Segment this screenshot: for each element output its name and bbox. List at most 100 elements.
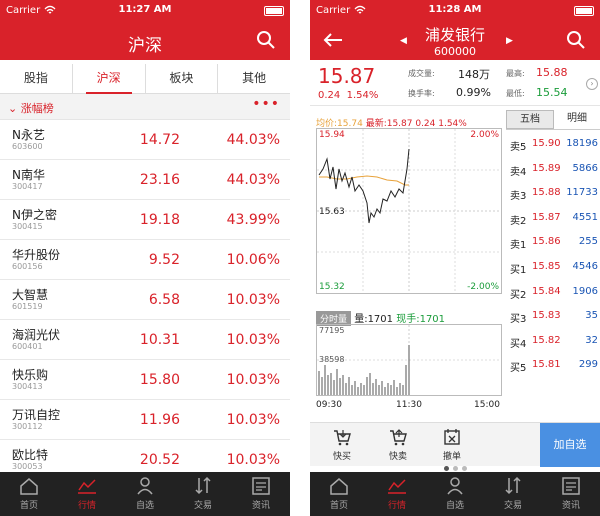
price-change: 0.24: [318, 90, 341, 101]
list-item[interactable]: 大智慧 601519 6.58 10.03%: [0, 280, 290, 320]
order-price: 15.84: [532, 285, 561, 297]
action-label: 快卖: [388, 452, 407, 462]
news-icon: [252, 477, 270, 495]
bottom-tab-bar: 首页 行情 自选 交易 资讯: [310, 472, 600, 516]
stock-change: 10.03%: [226, 332, 280, 348]
order-book: 卖5 15.90 18196 卖4 15.89 5866 卖3 15.88 11733 卖2…: [506, 132, 600, 378]
tab-sectors[interactable]: 板块: [146, 64, 219, 93]
order-qty: 5866: [572, 162, 598, 174]
intraday-chart[interactable]: 15.94 2.00% 15.63 15.32 -2.00%: [316, 128, 502, 294]
stock-price: 11.96: [139, 412, 180, 428]
home-icon: [20, 478, 38, 495]
stock-name: 大智慧: [12, 288, 49, 302]
home-icon: [330, 478, 348, 495]
market-list-screen: Carrier 11:27 AM 沪深 股指 沪深 板块 其他 ⌄ 涨幅榜 ••…: [0, 0, 290, 516]
search-icon[interactable]: [256, 30, 276, 50]
order-label: 卖4: [510, 166, 527, 178]
order-price: 15.87: [532, 211, 561, 223]
order-qty: 4551: [572, 211, 598, 223]
order-label: 买3: [510, 314, 527, 326]
order-book-tabs: 五档 明细: [506, 110, 600, 130]
volume-mid: 38598: [319, 355, 345, 364]
tab-label: 交易: [503, 501, 522, 511]
stock-price: 23.16: [139, 172, 180, 188]
search-icon[interactable]: [566, 30, 586, 50]
list-item[interactable]: 华升股份 600156 9.52 10.06%: [0, 240, 290, 280]
tab-label: 首页: [19, 501, 38, 511]
tab-label: 行情: [387, 501, 406, 511]
tab-market[interactable]: 行情: [58, 472, 116, 516]
stock-code: 300413: [12, 382, 43, 391]
battery-icon: [264, 6, 284, 16]
add-watchlist-button[interactable]: 加自选: [540, 423, 600, 467]
order-row: 卖3 15.88 11733: [506, 181, 600, 206]
current-price: 15.87: [318, 64, 376, 88]
stock-price: 6.58: [148, 292, 180, 308]
order-label: 买4: [510, 338, 527, 350]
tab-watchlist[interactable]: 自选: [426, 472, 484, 516]
tab-index[interactable]: 股指: [0, 64, 73, 93]
list-item[interactable]: 海润光伏 600401 10.31 10.03%: [0, 320, 290, 360]
tab-trade[interactable]: 交易: [484, 472, 542, 516]
order-qty: 299: [578, 359, 598, 371]
tab-label: 自选: [445, 501, 464, 511]
tab-home[interactable]: 首页: [0, 472, 58, 516]
order-row: 卖2 15.87 4551: [506, 206, 600, 231]
tab-other[interactable]: 其他: [218, 64, 290, 93]
order-label: 买5: [510, 363, 527, 375]
status-bar: Carrier 11:28 AM: [310, 0, 600, 22]
chevron-right-icon[interactable]: ›: [586, 78, 598, 90]
list-item[interactable]: N伊之密 300415 19.18 43.99%: [0, 200, 290, 240]
stock-detail-screen: Carrier 11:28 AM ◀ 浦发银行 600000 ▶ 15.87 0…: [310, 0, 600, 516]
turnover-label: 换手率:: [408, 89, 435, 98]
stock-name: 万讯自控: [12, 408, 61, 422]
order-price: 15.81: [532, 359, 561, 371]
quick-sell-button[interactable]: 快卖: [378, 427, 418, 462]
tab-market[interactable]: 行情: [368, 472, 426, 516]
tab-details[interactable]: 明细: [554, 110, 600, 129]
order-price: 15.83: [532, 310, 561, 322]
list-item[interactable]: N永艺 603600 14.72 44.03%: [0, 120, 290, 160]
section-label: 涨幅榜: [20, 102, 54, 115]
order-row: 卖1 15.86 255: [506, 230, 600, 255]
tab-five-levels[interactable]: 五档: [506, 110, 554, 129]
stock-code: 300417: [12, 182, 43, 191]
low-value: 15.54: [536, 86, 568, 99]
stock-name: 浦发银行: [424, 26, 485, 44]
order-price: 15.86: [532, 236, 561, 248]
order-row: 买3 15.83 35: [506, 304, 600, 329]
tab-watchlist[interactable]: 自选: [116, 472, 174, 516]
section-header[interactable]: ⌄ 涨幅榜 •••: [0, 94, 290, 120]
next-stock-arrow[interactable]: ▶: [506, 36, 513, 46]
back-icon[interactable]: [322, 30, 344, 50]
list-item[interactable]: N南华 300417 23.16 44.03%: [0, 160, 290, 200]
trade-icon: [505, 476, 521, 495]
battery-icon: [574, 6, 594, 16]
nav-bar: 沪深: [0, 22, 290, 60]
order-qty: 4546: [572, 260, 598, 272]
stock-name: 华升股份: [12, 248, 61, 262]
order-qty: 11733: [566, 187, 598, 199]
order-price: 15.88: [532, 187, 561, 199]
stock-price: 9.52: [148, 252, 180, 268]
stock-change: 43.99%: [226, 212, 280, 228]
tab-news[interactable]: 资讯: [542, 472, 600, 516]
tab-shanghai-shenzhen[interactable]: 沪深: [73, 64, 146, 94]
tab-home[interactable]: 首页: [310, 472, 368, 516]
time-midday: 11:30: [396, 400, 422, 410]
more-icon[interactable]: •••: [252, 96, 280, 112]
cancel-order-button[interactable]: 撤单: [432, 427, 472, 462]
list-item[interactable]: 快乐购 300413 15.80 10.03%: [0, 360, 290, 400]
price-change-pct: 1.54%: [346, 90, 379, 101]
stock-change: 10.03%: [226, 372, 280, 388]
list-item[interactable]: 万讯自控 300112 11.96 10.03%: [0, 400, 290, 440]
order-row: 买5 15.81 299: [506, 353, 600, 378]
high-label: 最高:: [506, 69, 525, 78]
page-title: 沪深: [128, 36, 162, 56]
chart-bottom-left: 15.32: [319, 282, 345, 292]
tab-trade[interactable]: 交易: [174, 472, 232, 516]
stock-change: 44.03%: [226, 172, 280, 188]
tab-news[interactable]: 资讯: [232, 472, 290, 516]
quick-buy-button[interactable]: 快买: [322, 427, 362, 462]
order-label: 买1: [510, 264, 527, 276]
